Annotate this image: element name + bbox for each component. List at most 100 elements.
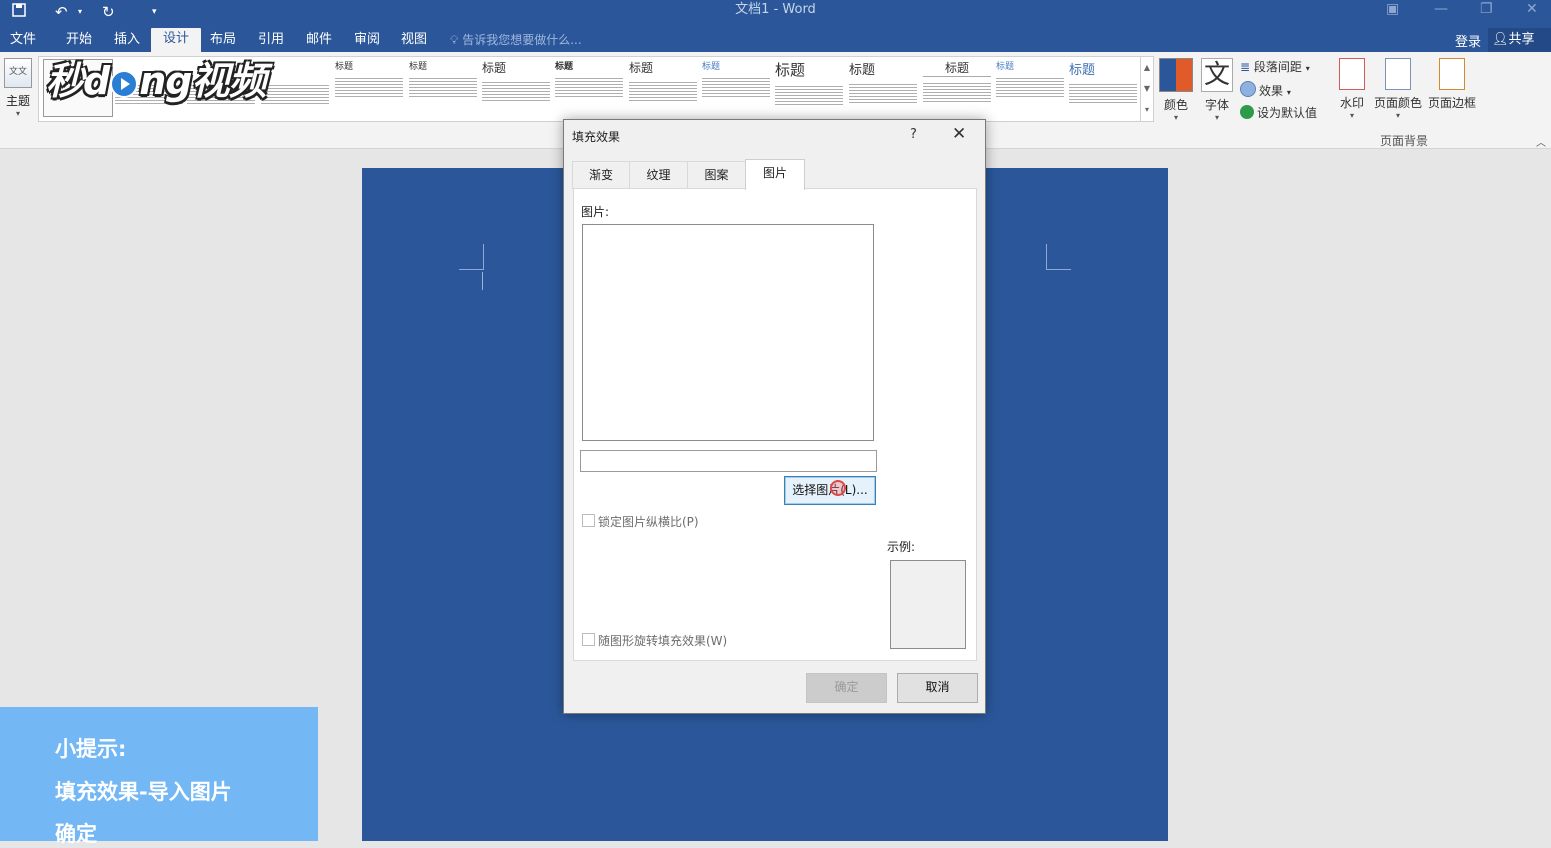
chevron-down-icon: ▾ [1214,113,1219,122]
document-title: 文档1 - Word [735,2,816,17]
style-set-item[interactable]: 标题 [409,59,477,117]
style-set-item[interactable]: 标题 [702,59,770,117]
click-indicator [830,480,846,496]
window-close-icon[interactable]: ✕ [1526,0,1538,18]
tip-line: 填充效果-导入图片 [55,780,232,804]
fonts-label: 字体 [1204,98,1229,112]
checkmark-icon [1240,105,1254,119]
chevron-down-icon: ▾ [15,109,20,118]
page-color-label: 页面颜色 [1373,96,1422,110]
minimize-icon[interactable]: — [1434,0,1448,18]
tab-picture[interactable]: 图片 [745,159,805,190]
ok-button[interactable]: 确定 [806,673,887,703]
chevron-down-icon: ▾ [1173,113,1178,122]
tab-home[interactable]: 开始 [66,31,92,49]
themes-label: 主题 [5,94,30,108]
lock-aspect-checkbox[interactable] [582,514,595,527]
fonts-button[interactable]: 文 字体 ▾ [1199,58,1235,122]
watermark-icon [1339,58,1365,90]
login-link[interactable]: 登录 [1455,31,1481,50]
tab-texture[interactable]: 纹理 [629,161,688,189]
colors-icon [1159,58,1193,92]
rotate-with-shape-label: 随图形旋转填充效果(W) [598,634,728,648]
tip-line: 确定 [55,822,97,846]
page-background-group-label: 页面背景 [1380,134,1429,148]
text-cursor [482,272,483,290]
gallery-scroll[interactable]: ▲ ▼ ▾ [1140,56,1154,122]
paragraph-spacing-button[interactable]: ≣ 段落间距 ▾ [1240,58,1310,75]
page-color-button[interactable]: 页面颜色 ▾ [1372,58,1424,120]
tab-file[interactable]: 文件 [10,31,36,49]
collapse-ribbon-icon[interactable]: ︿ [1536,134,1546,149]
style-set-item[interactable]: 标题 [482,59,550,117]
colors-button[interactable]: 颜色 ▾ [1158,58,1194,122]
tab-view[interactable]: 视图 [401,31,427,49]
style-set-item[interactable]: 标题 [775,59,843,117]
tab-insert[interactable]: 插入 [114,31,140,49]
crop-mark [459,244,484,270]
ribbon-tabs: 文件 开始 插入 设计 布局 引用 邮件 审阅 视图 💡︎ 告诉我您想要做什么.… [0,28,1551,52]
tell-me-box[interactable]: 💡︎ 告诉我您想要做什么... [450,31,582,49]
themes-button[interactable]: 文文 主题 ▾ [2,58,34,118]
style-set-item[interactable]: 标题 [923,59,991,117]
tab-references[interactable]: 引用 [258,31,284,49]
tab-mailings[interactable]: 邮件 [306,31,332,49]
set-as-default-button[interactable]: 设为默认值 [1240,104,1317,121]
style-set-item[interactable]: 标题 [555,59,623,117]
picture-panel: 图片: 选择图片(L)... 锁定图片纵横比(P) 示例: 随图形旋转填充效果(… [573,188,977,661]
fill-effects-dialog: 填充效果 ? ✕ 渐变 纹理 图案 图片 图片: 选择图片(L)... 锁定图片… [563,119,986,714]
dialog-title: 填充效果 [572,130,621,144]
close-icon[interactable]: ✕ [952,124,966,144]
ribbon-display-options-icon[interactable]: ▣ [1386,0,1399,18]
fonts-icon: 文 [1201,58,1233,92]
cancel-button[interactable]: 取消 [897,673,978,703]
tab-review[interactable]: 审阅 [354,31,380,49]
effects-icon [1240,81,1256,97]
sample-label: 示例: [887,540,916,554]
restore-icon[interactable]: ❐ [1480,0,1493,18]
style-set-item[interactable]: 标题 [1069,59,1137,117]
title-bar: ↶ ▾ ↻ ▾ 文档1 - Word ▣ — ❐ ✕ [0,0,1551,28]
watermark-button[interactable]: 水印 ▾ [1336,58,1368,120]
colors-label: 颜色 [1163,98,1188,112]
lightbulb-icon: 💡︎ [450,33,459,47]
gallery-more-icon[interactable]: ▾ [1141,99,1153,120]
scroll-down-icon[interactable]: ▼ [1141,78,1153,99]
share-label: 共享 [1508,32,1535,47]
person-icon: 👤︎ [1492,32,1509,47]
tab-pattern[interactable]: 图案 [687,161,746,189]
crop-mark [1046,244,1071,270]
tab-design[interactable]: 设计 [151,28,202,52]
page-borders-button[interactable]: 页面边框 [1426,58,1478,111]
sample-preview [890,560,966,649]
share-button[interactable]: 👤︎共享 [1488,28,1551,52]
lock-aspect-label: 锁定图片纵横比(P) [598,515,699,529]
help-icon[interactable]: ? [910,127,917,142]
scroll-up-icon[interactable]: ▲ [1141,57,1153,78]
watermark-label: 水印 [1339,96,1364,110]
tab-gradient[interactable]: 渐变 [572,161,630,189]
style-set-item[interactable]: 标题 [629,59,697,117]
style-set-item[interactable] [261,59,329,117]
picture-preview [582,224,874,441]
set-as-default-label: 设为默认值 [1257,106,1318,120]
tip-box: 小提示: 填充效果-导入图片 确定 [0,707,318,846]
chevron-down-icon: ▾ [1395,111,1400,120]
effects-button[interactable]: 效果 ▾ [1240,81,1291,99]
paragraph-spacing-icon: ≣ [1240,60,1251,74]
style-set-item[interactable]: 标题 [849,59,917,117]
picture-label: 图片: [581,205,610,219]
effects-label: 效果 [1259,84,1284,98]
chevron-down-icon: ▾ [1349,111,1354,120]
picture-path-field [580,450,877,472]
paragraph-spacing-label: 段落间距 [1253,60,1302,74]
style-set-item[interactable]: 标题 [996,59,1064,117]
tab-layout[interactable]: 布局 [210,31,236,49]
watermark-logo: 秒d ng视频 [46,59,266,103]
play-icon [110,69,139,98]
page-borders-label: 页面边框 [1427,96,1476,110]
rotate-with-shape-checkbox[interactable] [582,633,595,646]
page-borders-icon [1439,58,1465,90]
themes-icon: 文文 [4,58,32,88]
style-set-item[interactable]: 标题 [335,59,403,117]
